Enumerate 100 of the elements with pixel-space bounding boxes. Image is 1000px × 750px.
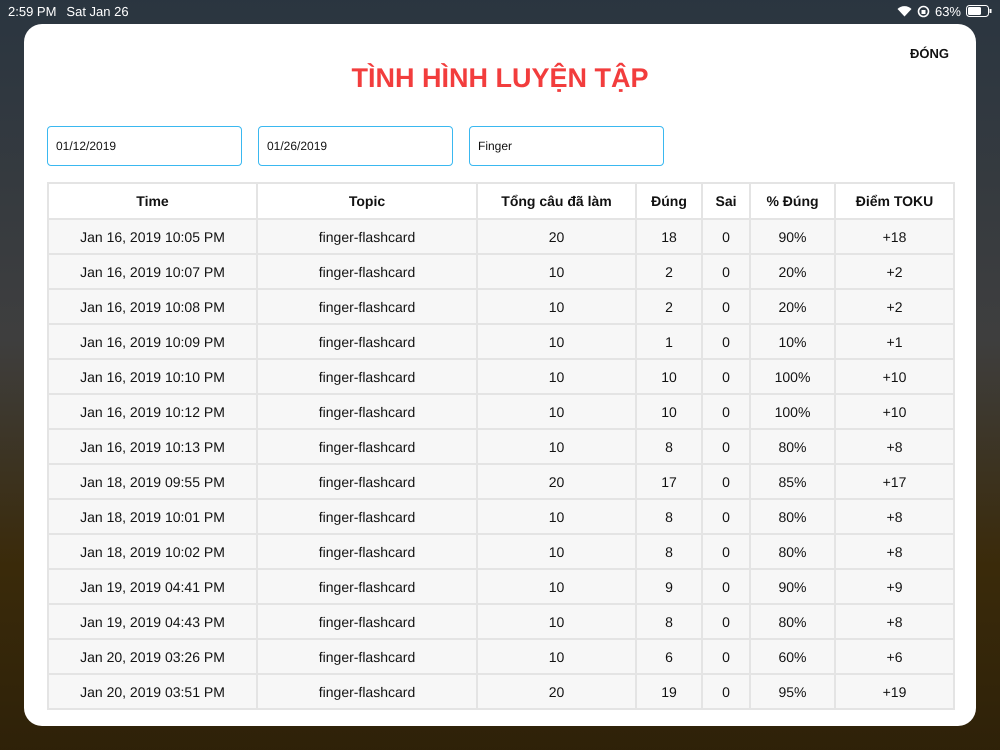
column-header: Topic bbox=[257, 183, 477, 219]
status-time: 2:59 PM bbox=[8, 4, 56, 18]
table-cell: finger-flashcard bbox=[257, 219, 477, 254]
table-cell: 10 bbox=[477, 289, 636, 324]
table-cell: 2 bbox=[636, 254, 702, 289]
table-cell: finger-flashcard bbox=[257, 289, 477, 324]
table-cell: finger-flashcard bbox=[257, 569, 477, 604]
table-cell: finger-flashcard bbox=[257, 429, 477, 464]
table-cell: 0 bbox=[702, 674, 750, 709]
table-cell: 0 bbox=[702, 604, 750, 639]
table-cell: 10 bbox=[636, 359, 702, 394]
table-cell: +17 bbox=[835, 464, 954, 499]
table-cell: 20% bbox=[750, 289, 835, 324]
table-cell: 80% bbox=[750, 534, 835, 569]
table-cell: 0 bbox=[702, 324, 750, 359]
wifi-icon bbox=[896, 5, 912, 17]
table-cell: 0 bbox=[702, 254, 750, 289]
table-cell: +8 bbox=[835, 499, 954, 534]
table-cell: 0 bbox=[702, 429, 750, 464]
filter-field[interactable]: 01/26/2019 bbox=[258, 126, 453, 166]
table-cell: finger-flashcard bbox=[257, 499, 477, 534]
filter-field[interactable]: 01/12/2019 bbox=[47, 126, 242, 166]
table-cell: 80% bbox=[750, 604, 835, 639]
table-cell: 0 bbox=[702, 289, 750, 324]
rotation-lock-icon bbox=[916, 4, 930, 18]
table-cell: 10 bbox=[477, 499, 636, 534]
table-cell: finger-flashcard bbox=[257, 534, 477, 569]
table-cell: 8 bbox=[636, 604, 702, 639]
table-cell: 6 bbox=[636, 639, 702, 674]
table-cell: 10 bbox=[477, 639, 636, 674]
table-cell: 8 bbox=[636, 429, 702, 464]
battery-percent: 63% bbox=[934, 4, 961, 18]
table-cell: 2 bbox=[636, 289, 702, 324]
column-header: % Đúng bbox=[750, 183, 835, 219]
table-cell: 10 bbox=[477, 429, 636, 464]
close-button[interactable]: ĐÓNG bbox=[910, 46, 949, 61]
column-header: Tổng câu đã làm bbox=[477, 183, 636, 219]
table-cell: 10 bbox=[477, 359, 636, 394]
table-cell: 100% bbox=[750, 359, 835, 394]
table-cell: 100% bbox=[750, 394, 835, 429]
table-cell: 95% bbox=[750, 674, 835, 709]
status-date: Sat Jan 26 bbox=[66, 4, 129, 18]
table-cell: +1 bbox=[835, 324, 954, 359]
table-cell: finger-flashcard bbox=[257, 359, 477, 394]
table-cell: Jan 16, 2019 10:07 PM bbox=[48, 254, 257, 289]
table-cell: 60% bbox=[750, 639, 835, 674]
table-cell: 85% bbox=[750, 464, 835, 499]
table-cell: finger-flashcard bbox=[257, 604, 477, 639]
table-cell: Jan 16, 2019 10:10 PM bbox=[48, 359, 257, 394]
table-cell: +10 bbox=[835, 359, 954, 394]
table-cell: 10 bbox=[477, 324, 636, 359]
table-cell: +6 bbox=[835, 639, 954, 674]
table-cell: +8 bbox=[835, 534, 954, 569]
table-cell: finger-flashcard bbox=[257, 254, 477, 289]
table-cell: 10 bbox=[636, 394, 702, 429]
table-cell: Jan 16, 2019 10:05 PM bbox=[48, 219, 257, 254]
table-cell: 9 bbox=[636, 569, 702, 604]
table-cell: Jan 18, 2019 09:55 PM bbox=[48, 464, 257, 499]
table-cell: Jan 18, 2019 10:02 PM bbox=[48, 534, 257, 569]
table-cell: Jan 20, 2019 03:51 PM bbox=[48, 674, 257, 709]
column-header: Time bbox=[48, 183, 257, 219]
table-cell: 8 bbox=[636, 499, 702, 534]
table-cell: +18 bbox=[835, 219, 954, 254]
table-cell: +10 bbox=[835, 394, 954, 429]
table-cell: 20 bbox=[477, 219, 636, 254]
table-cell: finger-flashcard bbox=[257, 674, 477, 709]
table-cell: 0 bbox=[702, 394, 750, 429]
table-cell: 90% bbox=[750, 219, 835, 254]
table-cell: 0 bbox=[702, 534, 750, 569]
table-cell: 20% bbox=[750, 254, 835, 289]
table-cell: Jan 16, 2019 10:09 PM bbox=[48, 324, 257, 359]
table-cell: Jan 18, 2019 10:01 PM bbox=[48, 499, 257, 534]
table-cell: Jan 16, 2019 10:13 PM bbox=[48, 429, 257, 464]
table-cell: 19 bbox=[636, 674, 702, 709]
table-cell: 10 bbox=[477, 604, 636, 639]
table-cell: 0 bbox=[702, 464, 750, 499]
column-header: Điểm TOKU bbox=[835, 183, 954, 219]
table-cell: 8 bbox=[636, 534, 702, 569]
table-cell: +2 bbox=[835, 254, 954, 289]
table-cell: 0 bbox=[702, 569, 750, 604]
filter-field[interactable]: Finger bbox=[469, 126, 664, 166]
table-cell: 17 bbox=[636, 464, 702, 499]
table-cell: 20 bbox=[477, 674, 636, 709]
table-cell: Jan 16, 2019 10:12 PM bbox=[48, 394, 257, 429]
table-cell: 0 bbox=[702, 359, 750, 394]
table-cell: 10 bbox=[477, 534, 636, 569]
column-header: Đúng bbox=[636, 183, 702, 219]
column-header: Sai bbox=[702, 183, 750, 219]
table-cell: 10 bbox=[477, 254, 636, 289]
table-cell: 0 bbox=[702, 639, 750, 674]
table-cell: Jan 19, 2019 04:41 PM bbox=[48, 569, 257, 604]
table-cell: 80% bbox=[750, 499, 835, 534]
table-cell: finger-flashcard bbox=[257, 464, 477, 499]
table-cell: 80% bbox=[750, 429, 835, 464]
table-cell: 0 bbox=[702, 499, 750, 534]
table-cell: 1 bbox=[636, 324, 702, 359]
table-cell: +2 bbox=[835, 289, 954, 324]
table-cell: 10 bbox=[477, 394, 636, 429]
table-cell: +8 bbox=[835, 604, 954, 639]
table-cell: +8 bbox=[835, 429, 954, 464]
